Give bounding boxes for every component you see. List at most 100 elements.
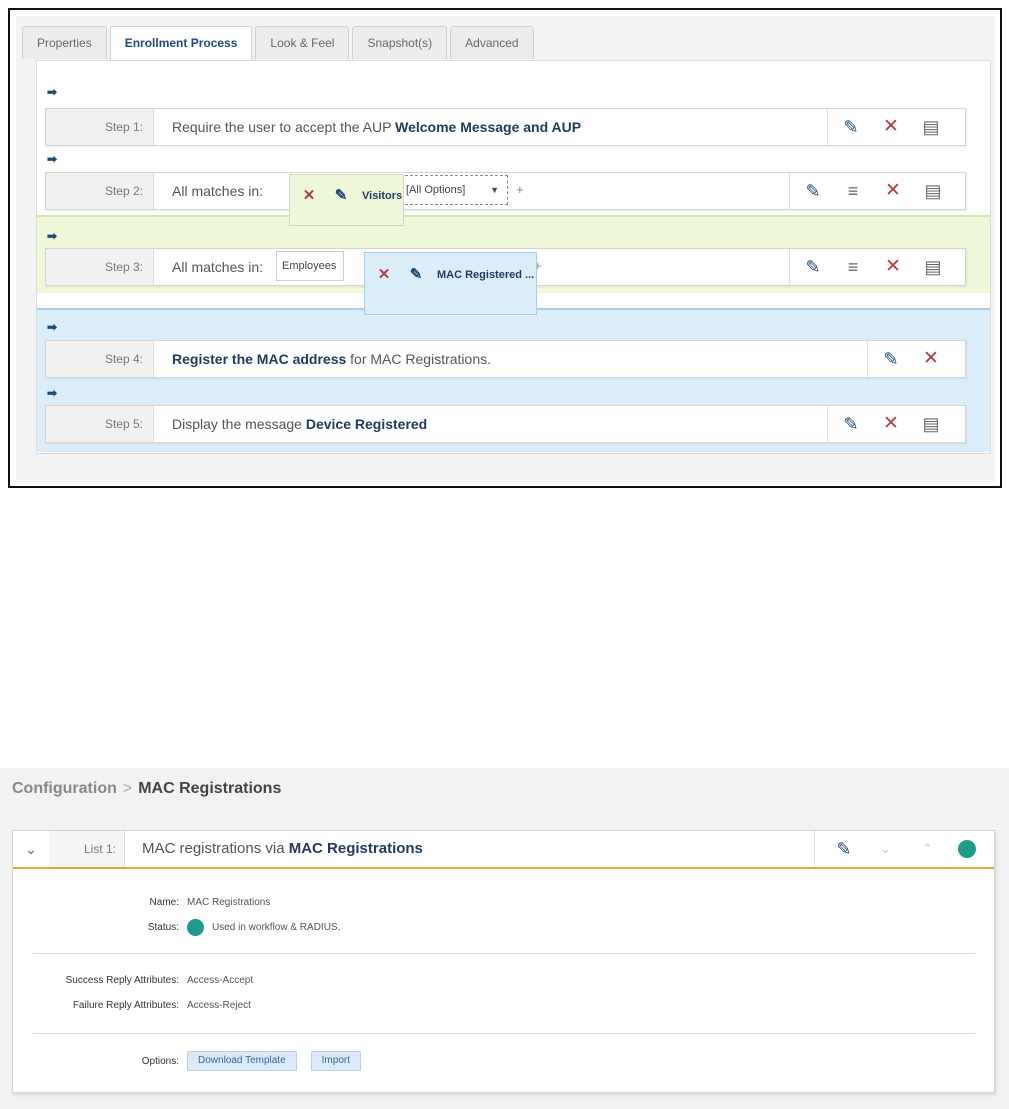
move-up-icon[interactable]: ⌃ (916, 838, 938, 860)
status-value: Used in workflow & RADIUS. (212, 922, 341, 933)
tab-enrollment-process[interactable]: Enrollment Process (109, 26, 253, 61)
pencil-icon[interactable]: ✎ (833, 838, 855, 860)
close-icon[interactable]: ✕ (880, 413, 902, 435)
step-text: Require the user to accept the AUP Welco… (172, 109, 581, 145)
tab-snapshots[interactable]: Snapshot(s) (352, 26, 448, 59)
options-key: Options: (141, 1055, 179, 1067)
download-template-button[interactable]: Download Template (187, 1051, 297, 1071)
chevron-down-icon[interactable]: ⌄ (13, 831, 49, 867)
status-dot-icon (958, 840, 977, 858)
step-text-plain: for MAC Registrations. (346, 351, 491, 367)
name-value: MAC Registrations (187, 897, 271, 908)
list-card-header[interactable]: ⌄ List 1: MAC registrations via MAC Regi… (13, 831, 994, 869)
visitors-label: Visitors (362, 190, 403, 202)
close-icon[interactable]: ✕ (882, 256, 904, 278)
arrow-right-icon: ➡ (47, 386, 58, 400)
comment-icon[interactable]: ▤ (920, 413, 942, 435)
page-title: MAC Registrations (138, 780, 282, 797)
list-actions: ✎ ⌄ ⌃ (814, 831, 994, 867)
step-text: All matches in: (172, 259, 264, 275)
arrow-right-icon: ➡ (47, 85, 58, 99)
step-text: Display the message Device Registered (172, 406, 427, 442)
pencil-icon[interactable]: ✎ (880, 348, 902, 370)
step-row-2[interactable]: Step 2: All matches in: [All Options] ▼ … (45, 172, 966, 210)
failure-field: Failure Reply Attributes: Access-Reject (39, 1000, 251, 1011)
step-actions: ✎ ✕ ▤ (827, 406, 965, 442)
pencil-icon[interactable]: ✎ (840, 116, 862, 138)
step-actions: ✎ ≡ ✕ ▤ (789, 173, 965, 209)
pencil-icon[interactable]: ✎ (330, 185, 352, 207)
step-text-bold: Device Registered (305, 416, 428, 432)
status-key: Status: (147, 922, 179, 933)
breadcrumb-separator: > (122, 780, 133, 797)
employees-chip[interactable]: Employees (276, 251, 344, 281)
step-row-4[interactable]: Step 4: Register the MAC address for MAC… (45, 340, 966, 378)
mac-registered-condition-card[interactable]: ✕ ✎ MAC Registered ... (364, 252, 537, 315)
step-text-bold: Welcome Message and AUP (395, 119, 582, 135)
failure-value: Access-Reject (187, 1000, 251, 1011)
caret-down-icon: ▼ (490, 185, 499, 195)
comment-icon[interactable]: ▤ (922, 180, 944, 202)
step-actions: ✎ ✕ (867, 341, 965, 377)
card-inner: ✕ ✎ MAC Registered ... (373, 264, 534, 286)
breadcrumb-root[interactable]: Configuration (12, 780, 117, 797)
import-button[interactable]: Import (310, 1051, 361, 1071)
step-row-1[interactable]: Step 1: Require the user to accept the A… (45, 108, 966, 146)
step-actions: ✎ ✕ ▤ (827, 109, 965, 145)
step-label: Step 3: (46, 249, 154, 285)
step-text-plain: Require the user to accept the AUP (172, 119, 396, 135)
add-condition-button[interactable]: + (516, 182, 524, 197)
comment-icon[interactable]: ▤ (922, 256, 944, 278)
visitors-condition-card[interactable]: ✕ ✎ Visitors (289, 174, 404, 226)
card-inner: ✕ ✎ Visitors (298, 185, 402, 207)
step-row-5[interactable]: Step 5: Display the message Device Regis… (45, 405, 966, 443)
step-label: Step 1: (46, 109, 154, 145)
close-icon[interactable]: ✕ (373, 264, 395, 286)
close-icon[interactable]: ✕ (920, 348, 942, 370)
step-text-plain: Display the message (172, 416, 306, 432)
step-text: Register the MAC address for MAC Registr… (172, 341, 491, 377)
tab-bar: Properties Enrollment Process Look & Fee… (22, 26, 537, 61)
pencil-icon[interactable]: ✎ (802, 256, 824, 278)
list-card: ⌄ List 1: MAC registrations via MAC Regi… (12, 830, 995, 1093)
list-title: MAC registrations via MAC Registrations (142, 831, 423, 867)
enrollment-panel: Properties Enrollment Process Look & Fee… (8, 8, 1002, 488)
enrollment-panel-inner: Properties Enrollment Process Look & Fee… (16, 16, 995, 482)
tab-properties[interactable]: Properties (22, 26, 107, 59)
step-text: All matches in: (172, 183, 264, 199)
status-dot-icon (187, 919, 204, 936)
step-label: Step 4: (46, 341, 154, 377)
arrow-right-icon: ➡ (47, 229, 58, 243)
tab-advanced[interactable]: Advanced (450, 26, 534, 59)
step-text-bold: Register the MAC address (172, 351, 347, 367)
success-value: Access-Accept (187, 975, 254, 986)
arrow-right-icon: ➡ (47, 320, 58, 334)
move-down-icon[interactable]: ⌄ (875, 838, 897, 860)
arrow-right-icon: ➡ (47, 152, 58, 166)
success-field: Success Reply Attributes: Access-Accept (39, 975, 254, 986)
pencil-icon[interactable]: ✎ (802, 180, 824, 202)
name-key: Name: (149, 897, 179, 908)
pencil-icon[interactable]: ✎ (405, 264, 427, 286)
lines-icon[interactable]: ≡ (842, 180, 864, 202)
select-value: [All Options] (406, 184, 466, 196)
step-label: Step 5: (46, 406, 154, 442)
options-field: Options: Download Template Import (53, 1051, 375, 1071)
list-title-bold: MAC Registrations (288, 840, 423, 857)
list-title-plain: MAC registrations via (142, 840, 289, 857)
name-field: Name: MAC Registrations (53, 897, 271, 908)
comment-icon[interactable]: ▤ (920, 116, 942, 138)
close-icon[interactable]: ✕ (880, 116, 902, 138)
breadcrumb: Configuration > MAC Registrations (12, 780, 281, 798)
divider (33, 953, 975, 954)
mac-registered-label: MAC Registered ... (437, 269, 535, 281)
close-icon[interactable]: ✕ (882, 180, 904, 202)
all-options-select[interactable]: [All Options] ▼ (400, 175, 508, 205)
tab-look-and-feel[interactable]: Look & Feel (255, 26, 350, 59)
status-field: Status: Used in workflow & RADIUS. (53, 919, 340, 936)
lines-icon[interactable]: ≡ (842, 256, 864, 278)
pencil-icon[interactable]: ✎ (840, 413, 862, 435)
close-icon[interactable]: ✕ (298, 185, 320, 207)
step-label: Step 2: (46, 173, 154, 209)
failure-key: Failure Reply Attributes: (72, 1000, 179, 1011)
